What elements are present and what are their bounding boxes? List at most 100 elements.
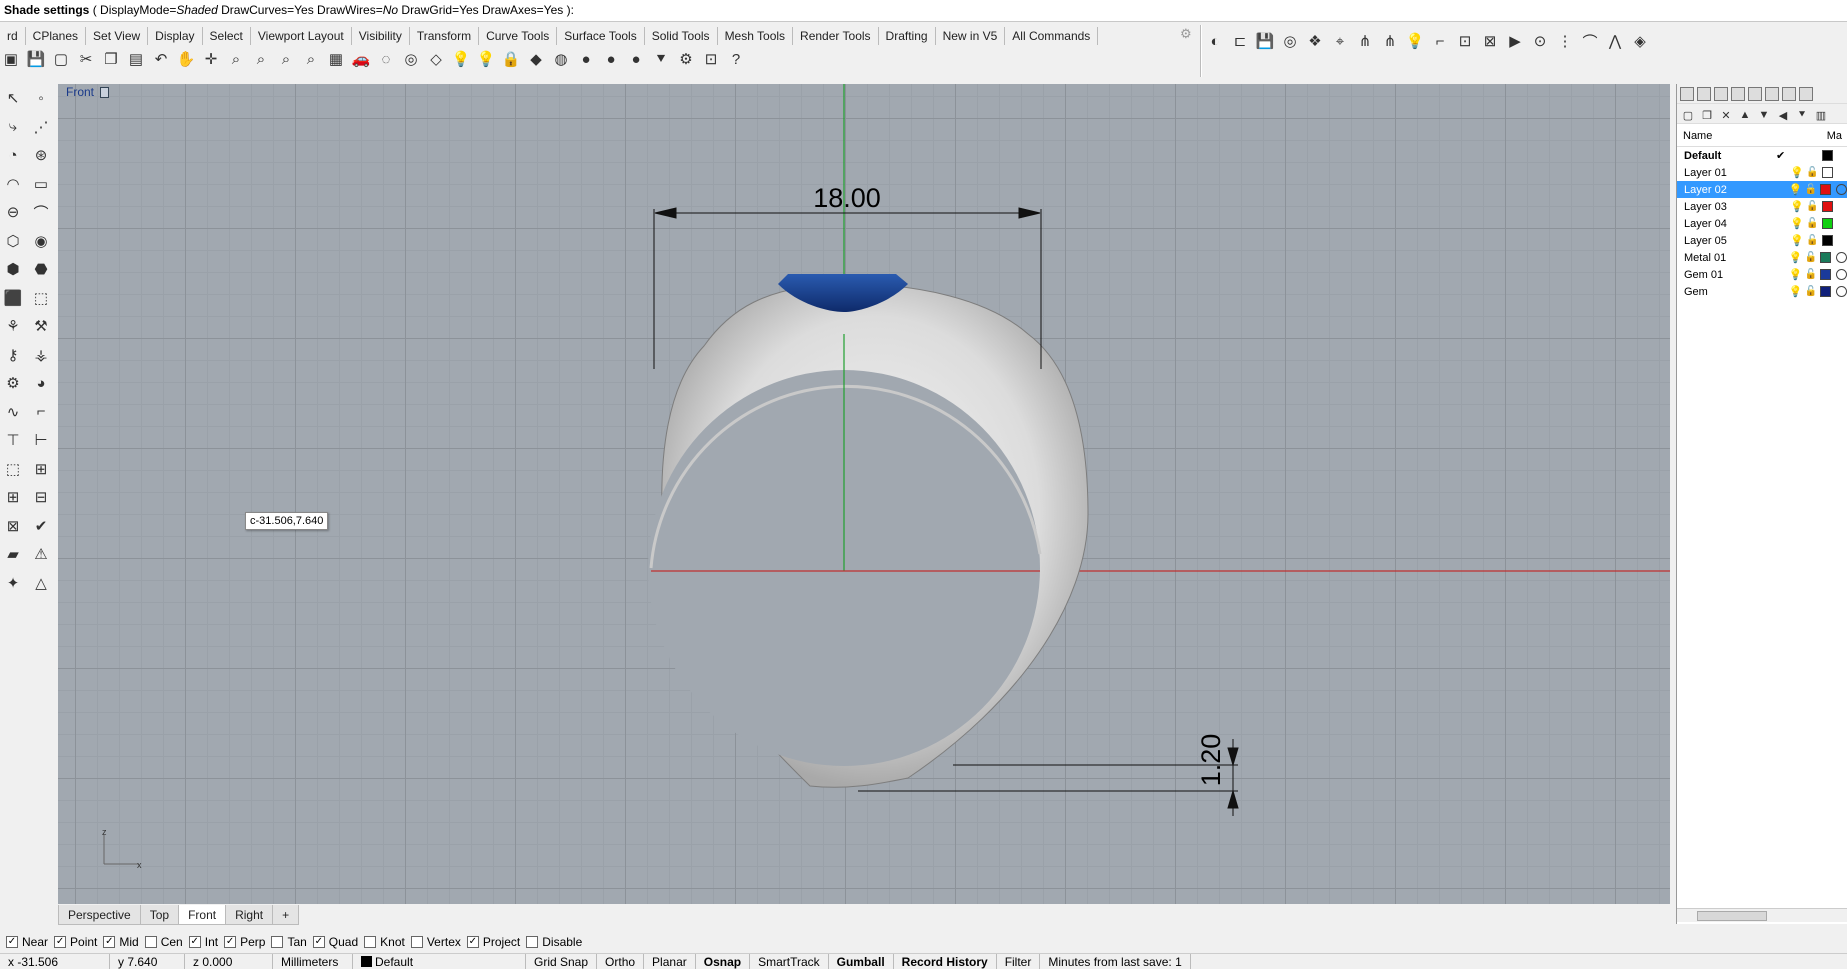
layer-color-swatch[interactable] bbox=[1820, 252, 1832, 263]
material-circle-icon[interactable] bbox=[1836, 269, 1847, 280]
layer-color-swatch[interactable] bbox=[1820, 184, 1832, 195]
osnap-perp[interactable]: ✓ Perp bbox=[224, 935, 265, 949]
layer-row[interactable]: Layer 05 💡 🔓 bbox=[1677, 232, 1847, 249]
new-file-icon[interactable]: ▢ bbox=[50, 48, 72, 70]
osnap-checkbox[interactable] bbox=[144, 936, 157, 948]
layer-name[interactable]: Layer 03 bbox=[1684, 201, 1776, 213]
viewport-name[interactable]: Front bbox=[66, 85, 94, 99]
move-up-icon[interactable]: ▲ bbox=[1737, 107, 1753, 123]
cut-icon[interactable]: ✂ bbox=[75, 48, 97, 70]
viewport-tab-right[interactable]: Right bbox=[225, 905, 274, 925]
ghost-icon[interactable]: ◌ bbox=[375, 48, 397, 70]
filter-icon[interactable]: ⯆ bbox=[650, 48, 672, 70]
render-icon[interactable]: ● bbox=[625, 48, 647, 70]
layer-color-swatch[interactable] bbox=[1822, 167, 1833, 178]
new-layer-icon[interactable]: ▢ bbox=[1680, 107, 1696, 123]
layer-color-swatch[interactable] bbox=[1822, 235, 1833, 246]
left-tool-24-icon[interactable]: ⊤ bbox=[1, 427, 25, 453]
globe-icon[interactable]: ◈ bbox=[1629, 30, 1651, 52]
sphere-2-icon[interactable]: ● bbox=[600, 48, 622, 70]
left-tool-28-icon[interactable]: ⊞ bbox=[1, 484, 25, 510]
target-icon[interactable]: ◎ bbox=[400, 48, 422, 70]
lock-icon[interactable]: 🔒 bbox=[500, 48, 522, 70]
layer-name[interactable]: Layer 05 bbox=[1684, 235, 1776, 247]
material-circle-icon[interactable] bbox=[1836, 252, 1847, 263]
layer-col-name[interactable]: Name bbox=[1683, 130, 1712, 142]
osnap-checkbox[interactable] bbox=[271, 936, 284, 948]
layer-color-swatch[interactable] bbox=[1820, 269, 1832, 280]
viewport-tab-perspective[interactable]: Perspective bbox=[58, 905, 141, 925]
tab-5[interactable]: Viewport Layout bbox=[251, 27, 352, 45]
panel-tab-4-icon[interactable] bbox=[1748, 87, 1762, 101]
tab-7[interactable]: Transform bbox=[410, 27, 480, 45]
left-tool-33-icon[interactable]: ⚠ bbox=[29, 541, 53, 567]
layer-name[interactable]: Gem bbox=[1684, 286, 1775, 298]
toggle-smarttrack[interactable]: SmartTrack bbox=[750, 954, 829, 969]
layer-row[interactable]: Gem 💡 🔓 bbox=[1677, 283, 1847, 300]
light-bulb-icon[interactable]: 💡 bbox=[1789, 285, 1805, 298]
viewport-tab-top[interactable]: Top bbox=[139, 905, 180, 925]
lock-icon[interactable]: 🔓 bbox=[1804, 286, 1820, 297]
toggle-ortho[interactable]: Ortho bbox=[597, 954, 645, 969]
left-tool-1-icon[interactable]: ◦ bbox=[29, 85, 53, 111]
left-tool-13-icon[interactable]: ⬣ bbox=[29, 256, 53, 282]
tab-14[interactable]: New in V5 bbox=[936, 27, 1006, 45]
move-icon[interactable]: ✛ bbox=[200, 48, 222, 70]
lock-icon[interactable]: 🔓 bbox=[1806, 235, 1822, 246]
layer-row[interactable]: Layer 04 💡 🔓 bbox=[1677, 215, 1847, 232]
osnap-checkbox[interactable]: ✓ bbox=[188, 936, 201, 948]
lock-icon[interactable]: 🔓 bbox=[1806, 167, 1822, 178]
osnap-knot[interactable]: Knot bbox=[364, 935, 405, 949]
left-tool-32-icon[interactable]: ▰ bbox=[1, 541, 25, 567]
save-2-icon[interactable]: 💾 bbox=[1254, 30, 1276, 52]
tools-icon[interactable]: ▥ bbox=[1813, 107, 1829, 123]
add-viewport-icon[interactable]: + bbox=[272, 905, 300, 925]
layer-row[interactable]: Layer 01 💡 🔓 bbox=[1677, 164, 1847, 181]
left-tool-22-icon[interactable]: ∿ bbox=[1, 399, 25, 425]
box-icon[interactable]: ⊡ bbox=[1454, 30, 1476, 52]
left-tool-20-icon[interactable]: ⚙ bbox=[1, 370, 25, 396]
osnap-checkbox[interactable]: ✓ bbox=[466, 936, 479, 948]
osnap-tan[interactable]: Tan bbox=[271, 935, 307, 949]
osnap-checkbox[interactable]: ✓ bbox=[312, 936, 325, 948]
tab-4[interactable]: Select bbox=[203, 27, 251, 45]
osnap-mid[interactable]: ✓ Mid bbox=[103, 935, 139, 949]
toggle-planar[interactable]: Planar bbox=[644, 954, 696, 969]
command-wires[interactable]: No bbox=[383, 3, 398, 17]
status-layer[interactable]: Default bbox=[353, 954, 526, 969]
toggle-record-history[interactable]: Record History bbox=[894, 954, 997, 969]
left-tool-7-icon[interactable]: ▭ bbox=[29, 171, 53, 197]
move-down-icon[interactable]: ▼ bbox=[1756, 107, 1772, 123]
current-check-icon[interactable]: ✔ bbox=[1776, 149, 1790, 162]
tab-9[interactable]: Surface Tools bbox=[557, 27, 645, 45]
dimension-icon[interactable]: ⊏ bbox=[1229, 30, 1251, 52]
gear-icon[interactable]: ⚙ bbox=[1180, 27, 1194, 41]
lock-icon[interactable]: 🔓 bbox=[1804, 252, 1820, 263]
panel-tab-5-icon[interactable] bbox=[1765, 87, 1779, 101]
layer-col-material[interactable]: Ma bbox=[1827, 130, 1842, 142]
viewport-tab-front[interactable]: Front bbox=[178, 905, 227, 925]
panel-scrollbar[interactable] bbox=[1677, 908, 1847, 922]
layer-name[interactable]: Layer 01 bbox=[1684, 167, 1776, 179]
left-tool-21-icon[interactable]: ◕ bbox=[29, 370, 53, 396]
osnap-cen[interactable]: Cen bbox=[144, 935, 183, 949]
layer-name[interactable]: Layer 04 bbox=[1684, 218, 1776, 230]
osnap-checkbox[interactable] bbox=[526, 936, 539, 948]
layer-name[interactable]: Metal 01 bbox=[1684, 252, 1775, 264]
light-icon[interactable]: 💡 bbox=[450, 48, 472, 70]
arc-icon[interactable]: ⌒ bbox=[1579, 30, 1601, 52]
panel-tab-0-icon[interactable] bbox=[1680, 87, 1694, 101]
tab-15[interactable]: All Commands bbox=[1005, 27, 1099, 45]
tab-6[interactable]: Visibility bbox=[352, 27, 410, 45]
split-2-icon[interactable]: ⋔ bbox=[1379, 30, 1401, 52]
left-tool-3-icon[interactable]: ⋰ bbox=[29, 114, 53, 140]
material-circle-icon[interactable] bbox=[1836, 286, 1847, 297]
osnap-vertex[interactable]: Vertex bbox=[410, 935, 461, 949]
arrow-icon[interactable]: ▶ bbox=[1504, 30, 1526, 52]
help-icon[interactable]: ? bbox=[725, 48, 747, 70]
car-icon[interactable]: 🚗 bbox=[350, 48, 372, 70]
lock-icon[interactable]: 🔓 bbox=[1806, 218, 1822, 229]
color-wheel-icon[interactable]: ◍ bbox=[550, 48, 572, 70]
move-left-icon[interactable]: ◀ bbox=[1775, 107, 1791, 123]
left-tool-12-icon[interactable]: ⬢ bbox=[1, 256, 25, 282]
